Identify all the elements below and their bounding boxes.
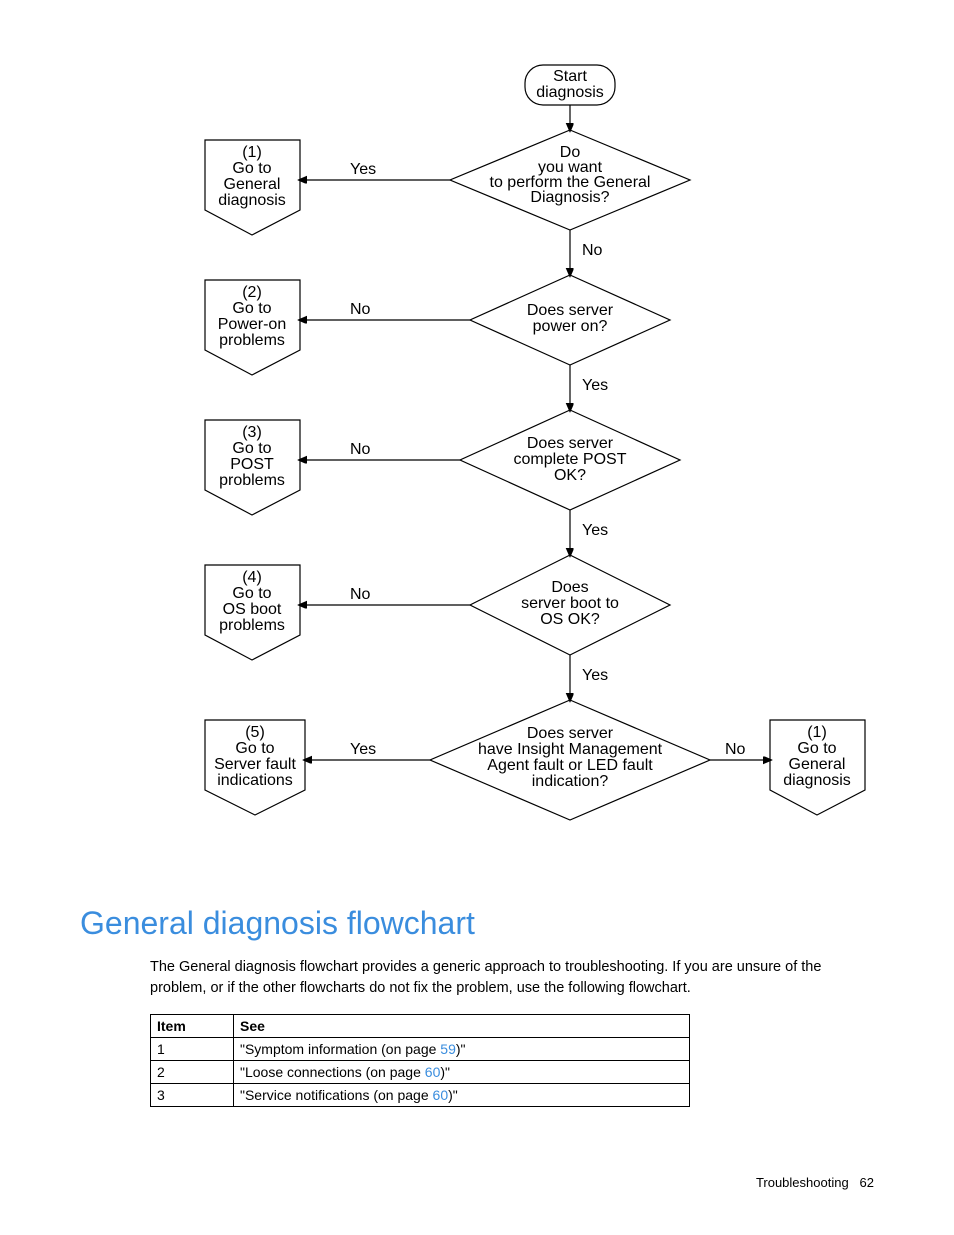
th-see: See (234, 1014, 690, 1037)
svg-text:Go to: Go to (232, 300, 271, 317)
start-l2: diagnosis (536, 84, 604, 101)
svg-text:Yes: Yes (350, 741, 376, 758)
svg-text:(1): (1) (242, 144, 262, 161)
start-l1: Start (553, 68, 587, 85)
svg-text:problems: problems (219, 617, 285, 634)
svg-text:No: No (350, 441, 371, 458)
svg-text:diagnosis: diagnosis (218, 192, 286, 209)
svg-text:indication?: indication? (532, 773, 609, 790)
svg-text:indications: indications (217, 772, 293, 789)
svg-text:General: General (789, 756, 846, 773)
svg-text:Does server: Does server (527, 302, 614, 319)
svg-text:(3): (3) (242, 424, 262, 441)
page-link[interactable]: 60 (433, 1087, 449, 1103)
diagnosis-flowchart: Start diagnosis Do you want to perform t… (150, 60, 880, 880)
svg-text:Go to: Go to (232, 160, 271, 177)
svg-text:No: No (725, 741, 746, 758)
svg-text:problems: problems (219, 332, 285, 349)
svg-text:(4): (4) (242, 569, 262, 586)
th-item: Item (151, 1014, 234, 1037)
page-link[interactable]: 59 (440, 1041, 456, 1057)
svg-text:Agent fault or LED fault: Agent fault or LED fault (487, 757, 653, 774)
svg-text:Diagnosis?: Diagnosis? (530, 189, 609, 206)
svg-text:Go to: Go to (232, 440, 271, 457)
svg-text:server boot to: server boot to (521, 595, 619, 612)
svg-text:Does server: Does server (527, 725, 614, 742)
svg-text:Yes: Yes (350, 161, 376, 178)
svg-text:complete POST: complete POST (514, 451, 627, 468)
svg-text:Go to: Go to (232, 585, 271, 602)
svg-text:problems: problems (219, 472, 285, 489)
svg-text:Go to: Go to (797, 740, 836, 757)
svg-text:Yes: Yes (582, 667, 608, 684)
svg-text:No: No (582, 242, 603, 259)
svg-text:OS boot: OS boot (223, 601, 282, 618)
page-link[interactable]: 60 (425, 1064, 441, 1080)
svg-text:(2): (2) (242, 284, 262, 301)
svg-text:Go to: Go to (235, 740, 274, 757)
page-footer: Troubleshooting 62 (756, 1175, 874, 1190)
section-heading: General diagnosis flowchart (80, 905, 874, 942)
table-row: 2 "Loose connections (on page 60)" (151, 1060, 690, 1083)
svg-text:OK?: OK? (554, 467, 586, 484)
svg-text:(5): (5) (245, 724, 265, 741)
svg-text:General: General (224, 176, 281, 193)
svg-text:No: No (350, 301, 371, 318)
svg-text:Does server: Does server (527, 435, 614, 452)
table-row: 1 "Symptom information (on page 59)" (151, 1037, 690, 1060)
reference-table: Item See 1 "Symptom information (on page… (150, 1014, 690, 1107)
section-paragraph: The General diagnosis flowchart provides… (150, 957, 874, 999)
svg-text:have Insight Management: have Insight Management (478, 741, 663, 758)
svg-text:Yes: Yes (582, 377, 608, 394)
svg-text:OS OK?: OS OK? (540, 611, 600, 628)
svg-text:Server fault: Server fault (214, 756, 296, 773)
svg-text:No: No (350, 586, 371, 603)
svg-text:power on?: power on? (533, 318, 608, 335)
svg-text:POST: POST (230, 456, 274, 473)
svg-text:(1): (1) (807, 724, 827, 741)
svg-text:Yes: Yes (582, 522, 608, 539)
table-row: 3 "Service notifications (on page 60)" (151, 1083, 690, 1106)
svg-text:diagnosis: diagnosis (783, 772, 851, 789)
svg-text:Power-on: Power-on (218, 316, 286, 333)
svg-text:Does: Does (551, 579, 588, 596)
